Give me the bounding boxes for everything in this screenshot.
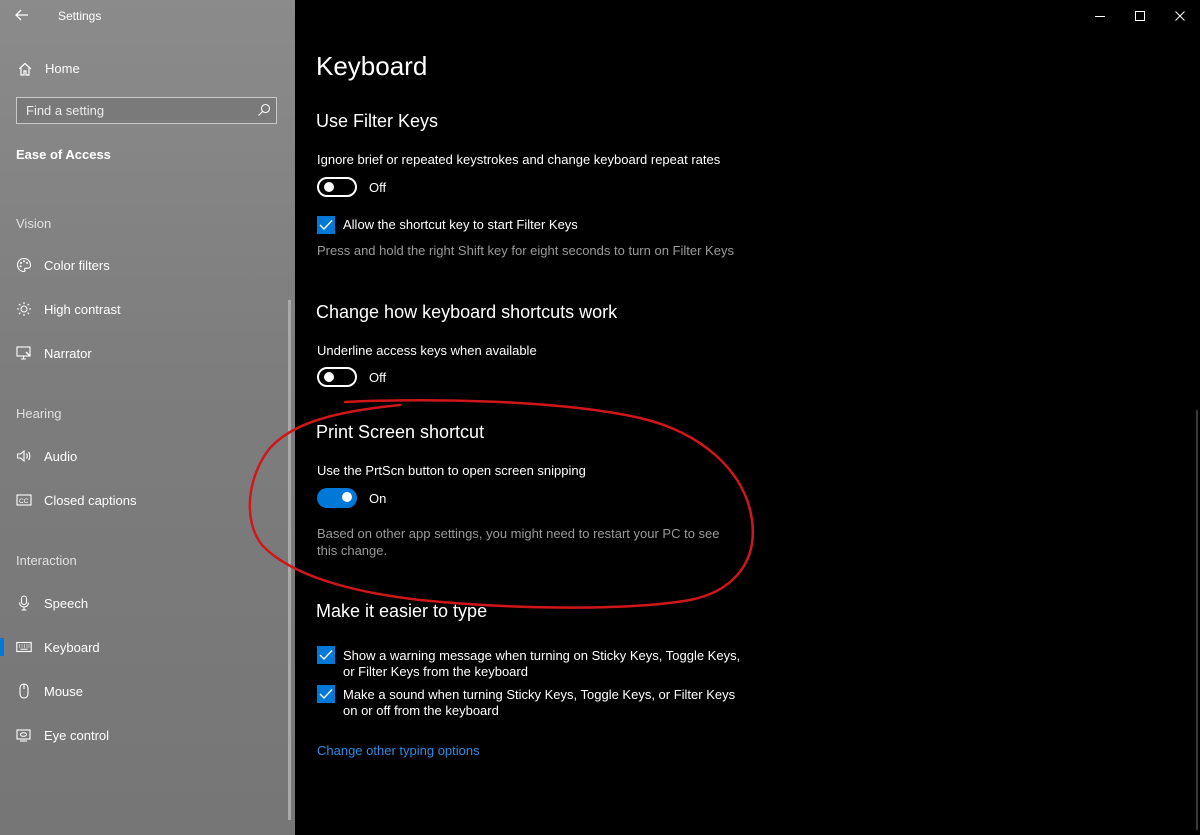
sticky-keys-sound-checkbox[interactable] [317, 685, 335, 703]
sidebar-item-mouse[interactable]: Mouse [0, 676, 288, 706]
change-typing-options-link[interactable]: Change other typing options [317, 743, 480, 758]
sidebar-item-eye-control[interactable]: Eye control [0, 720, 288, 750]
shortcuts-heading: Change how keyboard shortcuts work [316, 302, 618, 322]
home-label: Home [45, 61, 80, 76]
sidebar-item-label: Keyboard [44, 640, 100, 655]
home-icon [18, 62, 32, 76]
underline-keys-description: Underline access keys when available [317, 343, 537, 358]
narrator-icon [16, 346, 31, 360]
sticky-keys-sound-label-line2: on or off from the keyboard [343, 703, 499, 718]
easier-to-type-heading: Make it easier to type [316, 601, 488, 621]
search-icon[interactable] [257, 103, 271, 117]
sticky-keys-warning-label-line2: or Filter Keys from the keyboard [343, 664, 528, 679]
sidebar-item-audio[interactable]: Audio [0, 441, 288, 471]
speaker-icon [16, 449, 31, 463]
filter-keys-toggle-state: Off [369, 180, 387, 195]
sticky-keys-warning-checkbox[interactable] [317, 646, 335, 664]
sidebar-item-color-filters[interactable]: Color filters [0, 250, 288, 280]
print-screen-description: Use the PrtScn button to open screen sni… [317, 463, 586, 478]
search-input[interactable] [17, 98, 256, 123]
title-bar-left: Settings [0, 0, 295, 32]
checkmark-icon [319, 220, 333, 231]
toggle-knob [324, 372, 334, 382]
filter-keys-hint: Press and hold the right Shift key for e… [317, 243, 734, 258]
group-header-hearing: Hearing [16, 406, 62, 421]
sidebar-item-narrator[interactable]: Narrator [0, 338, 288, 368]
back-arrow-icon [15, 9, 28, 21]
close-button[interactable] [1160, 0, 1200, 32]
keyboard-icon [16, 641, 32, 653]
filter-keys-toggle[interactable] [317, 177, 357, 197]
main-scrollbar[interactable] [1196, 410, 1198, 830]
toggle-knob [342, 492, 352, 502]
mouse-icon [19, 683, 29, 699]
sidebar: Settings Home Ease of Access Vision Colo… [0, 0, 295, 835]
sidebar-item-label: Speech [44, 596, 89, 611]
sidebar-item-speech[interactable]: Speech [0, 588, 288, 618]
svg-text:CC: CC [19, 498, 29, 505]
sidebar-item-label: High contrast [44, 302, 121, 317]
sticky-keys-sound-label-line1: Make a sound when turning Sticky Keys, T… [343, 687, 736, 702]
sidebar-scrollbar[interactable] [288, 300, 291, 820]
sidebar-item-label: Narrator [44, 346, 92, 361]
close-icon [1175, 11, 1185, 21]
sidebar-item-label: Audio [44, 449, 78, 464]
underline-keys-toggle-state: Off [369, 370, 387, 385]
filter-keys-description: Ignore brief or repeated keystrokes and … [317, 152, 721, 167]
toggle-knob [324, 182, 334, 192]
minimize-button[interactable] [1080, 0, 1120, 32]
print-screen-toggle[interactable] [317, 488, 357, 508]
checkmark-icon [319, 689, 333, 700]
print-screen-toggle-state: On [369, 491, 387, 506]
sidebar-item-label: Closed captions [44, 493, 137, 508]
sidebar-item-high-contrast[interactable]: High contrast [0, 294, 288, 324]
print-screen-heading: Print Screen shortcut [316, 422, 485, 442]
sidebar-item-closed-captions[interactable]: CC Closed captions [0, 485, 288, 515]
brightness-icon [17, 302, 31, 316]
back-button[interactable] [10, 4, 36, 28]
main-content: Keyboard Use Filter Keys Ignore brief or… [295, 0, 1200, 835]
filter-keys-shortcut-label: Allow the shortcut key to start Filter K… [343, 217, 578, 232]
app-title: Settings [58, 9, 102, 23]
search-field[interactable] [16, 97, 277, 124]
sidebar-item-keyboard[interactable]: Keyboard [0, 632, 288, 662]
selection-indicator [0, 638, 4, 656]
checkmark-icon [319, 650, 333, 661]
sidebar-item-label: Mouse [44, 684, 84, 699]
sidebar-item-label: Eye control [44, 728, 110, 743]
minimize-icon [1095, 16, 1105, 17]
filter-keys-heading: Use Filter Keys [316, 111, 439, 131]
section-title: Ease of Access [16, 147, 111, 162]
color-palette-icon [16, 257, 32, 273]
sidebar-item-label: Color filters [44, 258, 110, 273]
print-screen-note-line1: Based on other app settings, you might n… [317, 526, 720, 541]
microphone-icon [18, 595, 30, 611]
filter-keys-shortcut-checkbox[interactable] [317, 216, 335, 234]
group-header-vision: Vision [16, 216, 52, 231]
sidebar-item-home[interactable]: Home [0, 55, 295, 83]
maximize-button[interactable] [1120, 0, 1160, 32]
cc-icon: CC [16, 494, 32, 506]
group-header-interaction: Interaction [16, 553, 77, 568]
eye-control-icon [16, 729, 31, 742]
page-title: Keyboard [316, 51, 428, 81]
underline-keys-toggle[interactable] [317, 367, 357, 387]
print-screen-note-line2: this change. [317, 543, 388, 558]
maximize-icon [1135, 11, 1145, 21]
sticky-keys-warning-label-line1: Show a warning message when turning on S… [343, 648, 741, 663]
